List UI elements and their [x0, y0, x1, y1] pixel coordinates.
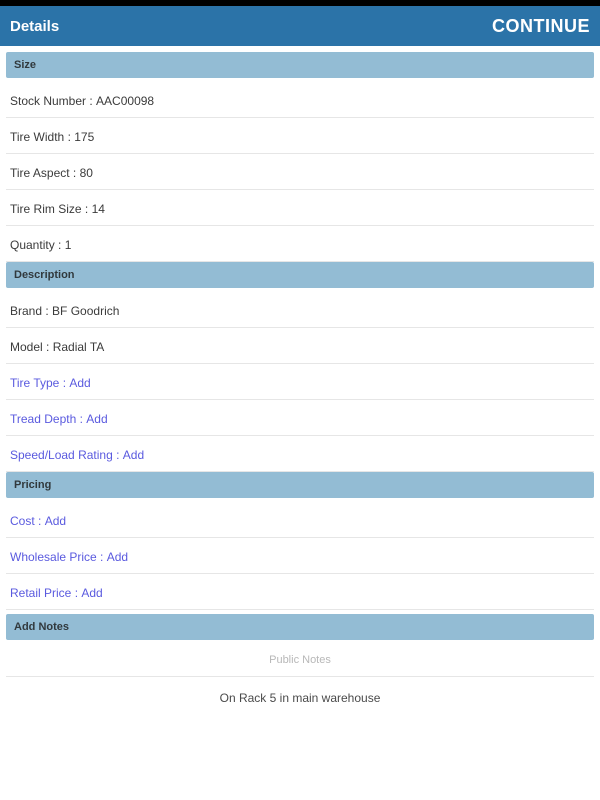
notes-subtitle: Public Notes [6, 640, 594, 677]
value-tire-aspect: 80 [80, 166, 93, 180]
row-quantity[interactable]: Quantity 1 [6, 226, 594, 262]
row-stock-number[interactable]: Stock Number AAC00098 [6, 82, 594, 118]
row-tire-aspect[interactable]: Tire Aspect 80 [6, 154, 594, 190]
content-scroll[interactable]: Size Stock Number AAC00098 Tire Width 17… [0, 46, 600, 800]
value-tire-type: Add [69, 376, 90, 390]
value-stock-number: AAC00098 [96, 94, 154, 108]
label-tire-rim-size: Tire Rim Size [10, 202, 92, 216]
value-speed-load-rating: Add [123, 448, 144, 462]
label-model: Model [10, 340, 53, 354]
row-retail-price[interactable]: Retail Price Add [6, 574, 594, 610]
label-stock-number: Stock Number [10, 94, 96, 108]
row-model[interactable]: Model Radial TA [6, 328, 594, 364]
label-tire-width: Tire Width [10, 130, 74, 144]
section-header-description: Description [6, 262, 594, 288]
app-header: Details CONTINUE [0, 6, 600, 46]
value-tire-width: 175 [74, 130, 94, 144]
value-quantity: 1 [65, 238, 72, 252]
section-header-notes: Add Notes [6, 614, 594, 640]
label-brand: Brand [10, 304, 52, 318]
row-tread-depth[interactable]: Tread Depth Add [6, 400, 594, 436]
row-speed-load-rating[interactable]: Speed/Load Rating Add [6, 436, 594, 472]
page-title: Details [10, 18, 59, 35]
value-tread-depth: Add [86, 412, 107, 426]
value-wholesale-price: Add [107, 550, 128, 564]
section-header-size: Size [6, 52, 594, 78]
label-cost: Cost [10, 514, 45, 528]
row-wholesale-price[interactable]: Wholesale Price Add [6, 538, 594, 574]
label-tread-depth: Tread Depth [10, 412, 86, 426]
label-retail-price: Retail Price [10, 586, 81, 600]
section-header-pricing: Pricing [6, 472, 594, 498]
row-tire-type[interactable]: Tire Type Add [6, 364, 594, 400]
notes-text[interactable]: On Rack 5 in main warehouse [6, 677, 594, 717]
value-model: Radial TA [53, 340, 105, 354]
label-speed-load-rating: Speed/Load Rating [10, 448, 123, 462]
label-tire-type: Tire Type [10, 376, 69, 390]
row-tire-width[interactable]: Tire Width 175 [6, 118, 594, 154]
value-tire-rim-size: 14 [92, 202, 105, 216]
label-quantity: Quantity [10, 238, 65, 252]
value-brand: BF Goodrich [52, 304, 119, 318]
label-tire-aspect: Tire Aspect [10, 166, 80, 180]
continue-button[interactable]: CONTINUE [492, 16, 590, 37]
label-wholesale-price: Wholesale Price [10, 550, 107, 564]
value-cost: Add [45, 514, 66, 528]
row-cost[interactable]: Cost Add [6, 502, 594, 538]
row-brand[interactable]: Brand BF Goodrich [6, 292, 594, 328]
value-retail-price: Add [81, 586, 102, 600]
row-tire-rim-size[interactable]: Tire Rim Size 14 [6, 190, 594, 226]
